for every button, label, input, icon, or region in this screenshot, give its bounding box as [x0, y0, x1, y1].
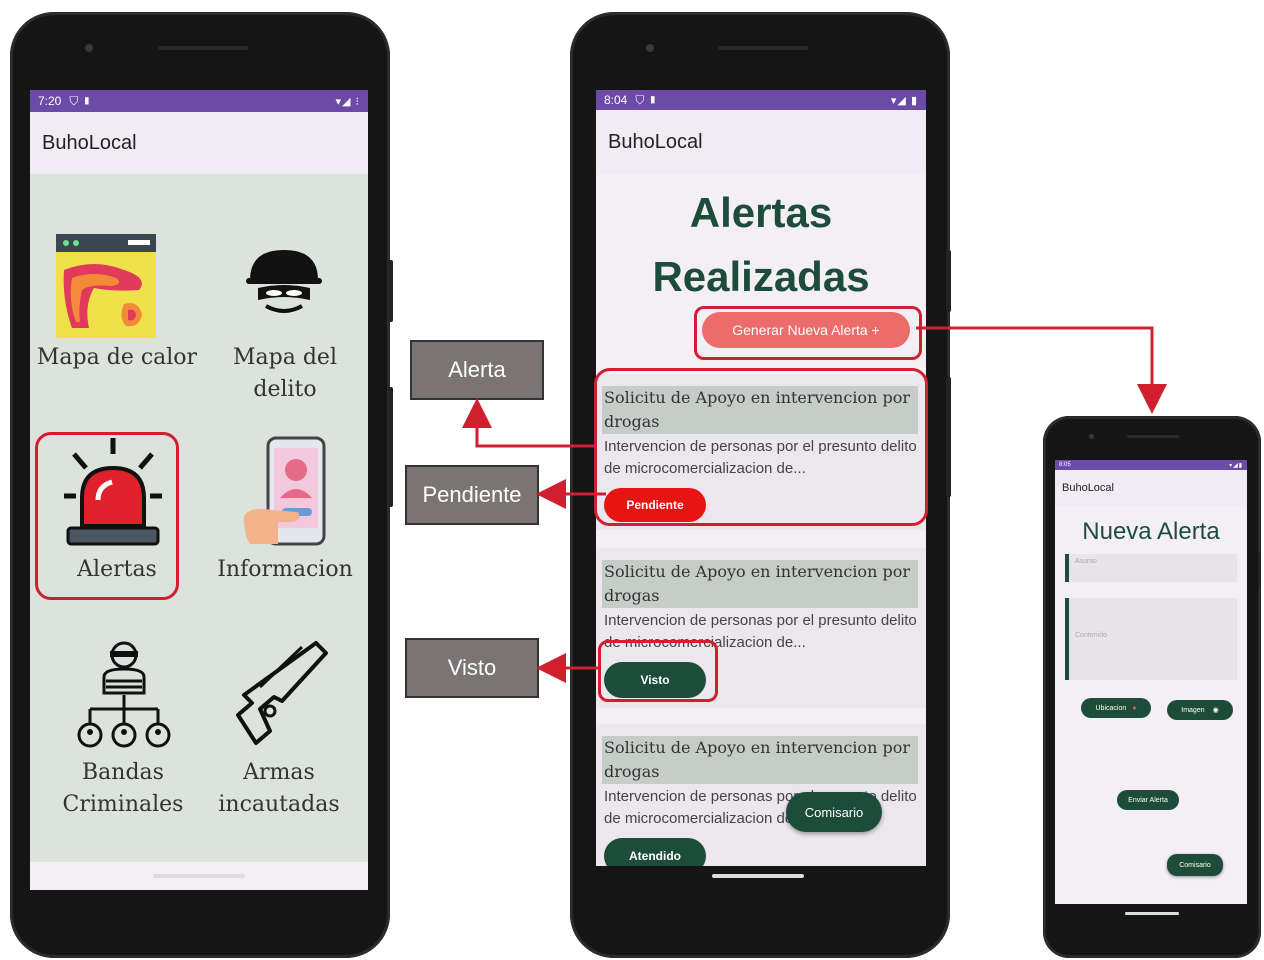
status-bar: 8:05 ▾◢▮: [1055, 460, 1247, 470]
home-indicator[interactable]: [1125, 912, 1179, 915]
power-button: [1258, 552, 1261, 588]
content-placeholder: Contenido: [1075, 632, 1107, 639]
subject-field[interactable]: Asunto: [1065, 554, 1237, 582]
camera-icon: ◉: [1212, 707, 1219, 714]
app-title: BuhoLocal: [1062, 482, 1114, 494]
page-title: Nueva Alerta: [1082, 518, 1220, 545]
new-alert-screen: 8:05 ▾◢▮ BuhoLocal Nueva Alerta Asunto C…: [1055, 460, 1247, 904]
location-button[interactable]: Ubicacion ●: [1081, 698, 1151, 718]
phone-new-alert: 8:05 ▾◢▮ BuhoLocal Nueva Alerta Asunto C…: [1043, 416, 1261, 958]
comisario-button[interactable]: Comisario: [1167, 854, 1223, 876]
location-label: Ubicacion: [1095, 704, 1127, 712]
subject-placeholder: Asunto: [1075, 558, 1097, 565]
arrow-alerta: [462, 398, 594, 448]
send-alert-button[interactable]: Enviar Alerta: [1117, 790, 1179, 810]
content-field[interactable]: Contenido: [1065, 598, 1237, 680]
image-button[interactable]: Imagen ◉: [1167, 700, 1233, 720]
earpiece: [1127, 435, 1179, 438]
image-label: Imagen: [1181, 706, 1205, 714]
front-camera: [1089, 434, 1094, 439]
status-time: 8:05: [1059, 462, 1071, 468]
location-pin-icon: ●: [1132, 704, 1137, 712]
status-icons: ▾◢▮: [1229, 462, 1243, 469]
arrow-nueva-alerta: [916, 326, 1167, 414]
app-bar: BuhoLocal: [1055, 470, 1247, 506]
